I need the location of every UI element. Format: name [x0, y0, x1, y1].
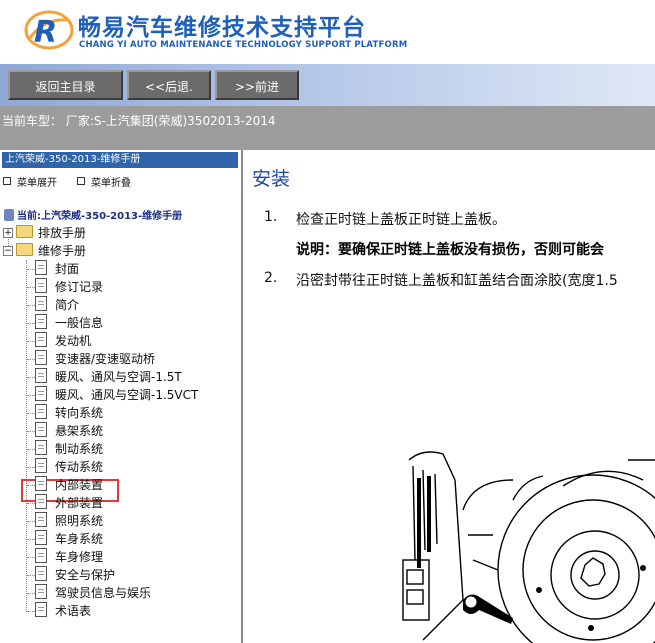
tree-item[interactable]: 暖风、通风与空调-1.5T: [35, 368, 182, 386]
step-2-number: 2.: [264, 270, 278, 286]
document-icon: [35, 494, 47, 509]
app-header: R 畅易汽车维修技术支持平台 CHANG YI AUTO MAINTENANCE…: [0, 0, 655, 64]
collapse-label: 菜单折叠: [91, 178, 131, 189]
document-icon: [35, 566, 47, 581]
tree-item-label: 传动系统: [55, 460, 104, 474]
tree-item-label: 发动机: [55, 334, 92, 348]
document-icon: [35, 476, 47, 491]
tree-item-label: 内部装置: [55, 478, 104, 492]
tree-item[interactable]: 封面: [35, 260, 79, 278]
tree-item[interactable]: 车身修理: [35, 548, 103, 566]
tree-item[interactable]: 外部装置: [35, 494, 103, 512]
svg-text:R: R: [34, 15, 57, 50]
folder-label: 排放手册: [38, 226, 87, 240]
tree-item-label: 外部装置: [55, 496, 104, 510]
document-icon: [35, 584, 47, 599]
document-icon: [35, 404, 47, 419]
tree-item[interactable]: 一般信息: [35, 314, 103, 332]
tree-item[interactable]: 制动系统: [35, 440, 103, 458]
tree-item-label: 简介: [55, 298, 80, 312]
app-title: 畅易汽车维修技术支持平台: [78, 15, 366, 41]
tree-item[interactable]: 内部装置: [35, 476, 103, 494]
section-title: 安装: [252, 168, 291, 190]
tree-item[interactable]: 简介: [35, 296, 79, 314]
folder-icon: [16, 225, 33, 238]
expand-menu-button[interactable]: 菜单展开: [3, 174, 57, 189]
document-icon: [35, 458, 47, 473]
collapse-minus-icon[interactable]: −: [3, 246, 13, 256]
step-1-text: 检查正时链上盖板正时链上盖板。: [296, 212, 506, 228]
tree-item-label: 暖风、通风与空调-1.5VCT: [55, 388, 199, 402]
expand-plus-icon[interactable]: +: [3, 228, 13, 238]
step-1-note: 说明：要确保正时链上盖板没有损伤，否则可能会: [296, 242, 604, 258]
tree-item[interactable]: 转向系统: [35, 404, 103, 422]
home-button[interactable]: 返回主目录: [8, 70, 123, 100]
forward-button[interactable]: >>前进: [215, 70, 299, 100]
tree-item[interactable]: 发动机: [35, 332, 91, 350]
computer-icon: [4, 209, 14, 221]
document-icon: [35, 278, 47, 293]
document-icon: [35, 296, 47, 311]
tree-item-label: 车身修理: [55, 550, 104, 564]
tree-item-label: 驾驶员信息与娱乐: [55, 586, 152, 600]
document-icon: [35, 314, 47, 329]
nav-bar: 返回主目录 <<后退. >>前进: [0, 64, 655, 106]
folder-open-icon: [16, 243, 33, 256]
engine-timing-cover-illustration: [402, 451, 655, 643]
document-icon: [35, 440, 47, 455]
tree-item[interactable]: 照明系统: [35, 512, 103, 530]
tree-item-label: 封面: [55, 262, 80, 276]
tree-item[interactable]: 暖风、通风与空调-1.5VCT: [35, 386, 198, 404]
step-2-text: 沿密封带往正时链上盖板和缸盖结合面涂胶(宽度1.5: [296, 273, 618, 289]
document-icon: [35, 350, 47, 365]
back-button[interactable]: <<后退.: [127, 70, 211, 100]
document-icon: [35, 368, 47, 383]
tree-item[interactable]: 悬架系统: [35, 422, 103, 440]
content-pane: 安装 1. 检查正时链上盖板正时链上盖板。 说明：要确保正时链上盖板没有损伤，否…: [243, 150, 655, 643]
expand-label: 菜单展开: [17, 178, 57, 189]
tree-item[interactable]: 安全与保护: [35, 566, 115, 584]
current-manual-label: 当前:上汽荣威-350-2013-维修手册: [17, 211, 183, 222]
tree-item-label: 制动系统: [55, 442, 104, 456]
tree-item[interactable]: 车身系统: [35, 530, 103, 548]
document-icon: [35, 332, 47, 347]
step-1-number: 1.: [264, 209, 278, 225]
tree-item-label: 变速器/变速驱动桥: [55, 352, 156, 366]
tree-item-label: 术语表: [55, 604, 92, 618]
tree-item-label: 修订记录: [55, 280, 104, 294]
document-icon: [35, 386, 47, 401]
sidebar: 上汽荣威-350-2013-维修手册 菜单展开 菜单折叠 当前:上汽荣威-350…: [0, 150, 243, 643]
brand-logo-icon: R: [24, 10, 74, 50]
document-icon: [35, 422, 47, 437]
tree-item-label: 暖风、通风与空调-1.5T: [55, 370, 182, 384]
tree-item-label: 照明系统: [55, 514, 104, 528]
document-icon: [35, 260, 47, 275]
document-icon: [35, 548, 47, 563]
tree-item-label: 悬架系统: [55, 424, 104, 438]
tree-item-label: 安全与保护: [55, 568, 116, 582]
collapse-menu-button[interactable]: 菜单折叠: [77, 174, 131, 189]
tree-item[interactable]: 术语表: [35, 602, 91, 620]
document-icon: [35, 602, 47, 617]
document-icon: [35, 530, 47, 545]
vehicle-bar: 当前车型： 厂家:S-上汽集团(荣威)3502013-2014: [0, 106, 655, 150]
manual-title: 上汽荣威-350-2013-维修手册: [2, 152, 238, 168]
current-manual: 当前:上汽荣威-350-2013-维修手册: [4, 207, 182, 222]
collapse-icon: [77, 177, 85, 185]
document-icon: [35, 512, 47, 527]
tree-item-label: 转向系统: [55, 406, 104, 420]
expand-icon: [3, 177, 11, 185]
app-subtitle: CHANG YI AUTO MAINTENANCE TECHNOLOGY SUP…: [79, 40, 408, 50]
tree-item[interactable]: 传动系统: [35, 458, 103, 476]
tree-item[interactable]: 修订记录: [35, 278, 103, 296]
folder-label: 维修手册: [38, 244, 87, 258]
tree-item[interactable]: 变速器/变速驱动桥: [35, 350, 155, 368]
tree-item-label: 车身系统: [55, 532, 104, 546]
tree-item-label: 一般信息: [55, 316, 104, 330]
tree-item[interactable]: 驾驶员信息与娱乐: [35, 584, 151, 602]
current-vehicle: 当前车型： 厂家:S-上汽集团(荣威)3502013-2014: [2, 114, 276, 128]
